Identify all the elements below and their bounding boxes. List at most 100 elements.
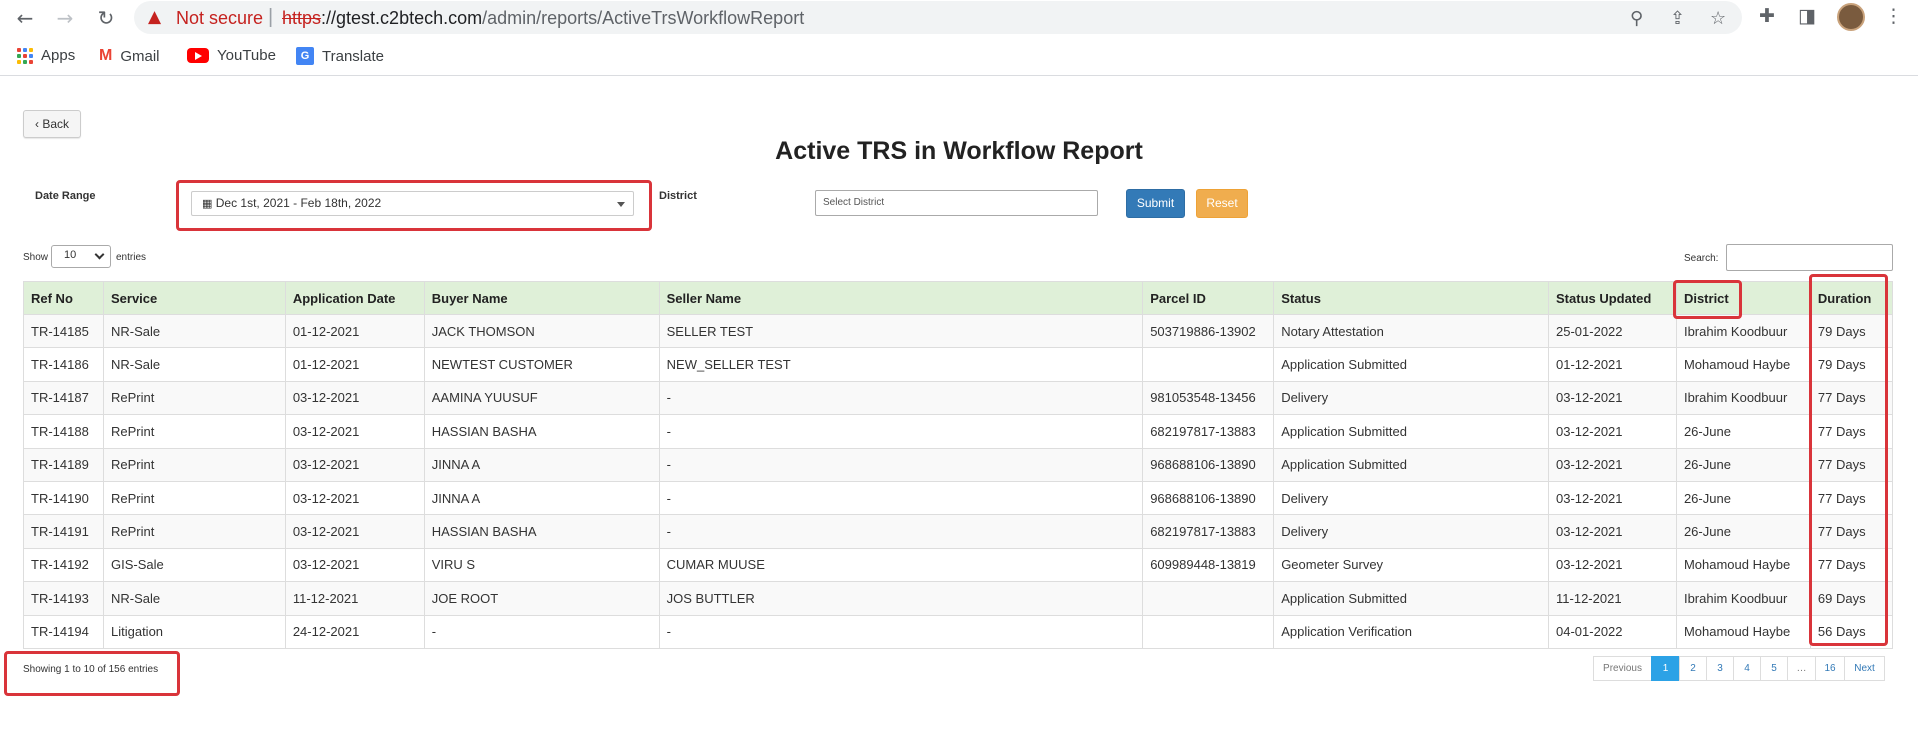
entries-label: entries <box>116 252 147 263</box>
bookmark-star-icon[interactable]: ☆ <box>1710 8 1726 29</box>
table-cell: - <box>658 480 1144 516</box>
column-header-status[interactable]: Status <box>1273 281 1550 315</box>
column-header-parcel-id[interactable]: Parcel ID <box>1142 281 1275 315</box>
column-header-application-date[interactable]: Application Date <box>284 281 425 315</box>
table-cell: Geometer Survey <box>1273 547 1550 583</box>
caret-down-icon <box>617 202 625 207</box>
table-cell: GIS-Sale <box>102 547 286 583</box>
menu-icon[interactable]: ⋮ <box>1884 5 1903 27</box>
page-button[interactable]: 16 <box>1815 656 1845 681</box>
bookmark-gmail[interactable]: M Gmail <box>99 47 160 65</box>
next-page-button[interactable]: Next <box>1844 656 1885 681</box>
table-row: TR-14191 RePrint 03-12-2021 HASSIAN BASHA -6… <box>23 514 1894 549</box>
table-cell: 25-01-2022 <box>1548 313 1677 349</box>
page-button[interactable]: 4 <box>1733 656 1761 681</box>
column-header-district[interactable]: District <box>1675 281 1811 315</box>
bookmark-apps[interactable]: Apps <box>17 47 75 64</box>
address-bar[interactable]: ▲ Not secure | https://gtest.c2btech.com… <box>134 1 1742 34</box>
table-cell: TR-14189 <box>23 447 104 482</box>
table-cell: 03-12-2021 <box>284 514 425 549</box>
column-header-buyer-name[interactable]: Buyer Name <box>423 281 660 315</box>
table-cell: 77 Days <box>1809 547 1894 583</box>
page-button[interactable]: 5 <box>1760 656 1788 681</box>
table-cell: SELLER TEST <box>658 313 1144 349</box>
district-select[interactable]: Select District <box>815 190 1098 216</box>
table-cell: 03-12-2021 <box>1548 447 1677 482</box>
share-icon[interactable]: ⇪ <box>1670 8 1685 29</box>
table-cell <box>1142 347 1275 382</box>
table-row: TR-14190 RePrint 03-12-2021 JINNA A -9686881… <box>23 480 1894 516</box>
avatar[interactable] <box>1837 3 1865 31</box>
table-cell: - <box>658 380 1144 416</box>
table-cell: 77 Days <box>1809 414 1894 449</box>
browser-toolbar: ← → ↻ ▲ Not secure | https://gtest.c2bte… <box>0 0 1918 35</box>
page-button[interactable]: 1 <box>1651 656 1680 681</box>
bookmark-youtube[interactable]: YouTube <box>187 47 276 64</box>
url-separator: | <box>268 6 274 28</box>
back-button[interactable]: ‹ Back <box>23 110 81 138</box>
translate-icon: G <box>296 47 314 65</box>
column-header-status-updated[interactable]: Status Updated <box>1548 281 1677 315</box>
table-cell: 682197817-13883 <box>1142 414 1275 449</box>
search-label: Search: <box>1684 253 1719 264</box>
table-cell: - <box>658 414 1144 449</box>
table-cell: 968688106-13890 <box>1142 447 1275 482</box>
page-button[interactable]: 3 <box>1706 656 1734 681</box>
table-cell: 01-12-2021 <box>284 347 425 382</box>
side-panel-icon[interactable]: ◨ <box>1798 5 1816 27</box>
date-range-picker[interactable]: ▦ Dec 1st, 2021 - Feb 18th, 2022 <box>191 191 634 216</box>
column-header-duration[interactable]: Duration <box>1809 281 1894 315</box>
table-cell: NR-Sale <box>102 347 286 382</box>
bookmark-translate[interactable]: G Translate <box>296 47 384 65</box>
table-cell: RePrint <box>102 447 286 482</box>
table-cell: 609989448-13819 <box>1142 547 1275 583</box>
column-header-ref-no[interactable]: Ref No <box>23 281 104 315</box>
table-info: Showing 1 to 10 of 156 entries <box>23 664 159 675</box>
table-cell: TR-14186 <box>23 347 104 382</box>
url-text[interactable]: https://gtest.c2btech.com/admin/reports/… <box>282 8 804 29</box>
forward-arrow-icon[interactable]: → <box>53 6 77 30</box>
table-cell: Notary Attestation <box>1273 313 1550 349</box>
table-cell: RePrint <box>102 414 286 449</box>
table-cell: 03-12-2021 <box>1548 380 1677 416</box>
table-cell: 11-12-2021 <box>1548 581 1677 616</box>
page-length-select[interactable]: 10 <box>51 245 111 268</box>
column-header-service[interactable]: Service <box>102 281 286 315</box>
table-cell: VIRU S <box>423 547 660 583</box>
date-range-label: Date Range <box>35 190 96 202</box>
submit-button[interactable]: Submit <box>1126 189 1185 218</box>
column-header-seller-name[interactable]: Seller Name <box>658 281 1144 315</box>
date-range-value: Dec 1st, 2021 - Feb 18th, 2022 <box>215 196 382 210</box>
warning-icon: ▲ <box>148 7 162 27</box>
search-input[interactable] <box>1726 244 1893 271</box>
table-cell: 682197817-13883 <box>1142 514 1275 549</box>
back-arrow-icon[interactable]: ← <box>13 6 37 30</box>
table-cell: NEW_SELLER TEST <box>658 347 1144 382</box>
extensions-icon[interactable]: ✚ <box>1759 5 1775 27</box>
table-cell: TR-14191 <box>23 514 104 549</box>
page-button[interactable]: 2 <box>1679 656 1707 681</box>
reset-button[interactable]: Reset <box>1196 189 1248 218</box>
table-cell: JOS BUTTLER <box>658 581 1144 616</box>
zoom-icon[interactable]: ⚲ <box>1630 8 1643 29</box>
table-row: TR-14189 RePrint 03-12-2021 JINNA A -9686881… <box>23 447 1894 482</box>
table-cell: TR-14192 <box>23 547 104 583</box>
table-cell: Mohamoud Haybe <box>1675 347 1811 382</box>
table-cell: 56 Days <box>1809 614 1894 649</box>
table-cell: HASSIAN BASHA <box>423 414 660 449</box>
table-row: TR-14193 NR-Sale 11-12-2021 JOE ROOT JOS BUT… <box>23 581 1894 616</box>
table-cell: NR-Sale <box>102 313 286 349</box>
table-cell: NEWTEST CUSTOMER <box>423 347 660 382</box>
table-cell: 26-June <box>1675 447 1811 482</box>
youtube-icon <box>187 48 209 63</box>
table-cell: Application Submitted <box>1273 347 1550 382</box>
table-cell: Ibrahim Koodbuur <box>1675 380 1811 416</box>
table-cell: - <box>658 514 1144 549</box>
table-row: TR-14194 Litigation 24-12-2021- - Applicatio… <box>23 614 1894 649</box>
reload-icon[interactable]: ↻ <box>94 6 118 30</box>
table-cell: Application Submitted <box>1273 447 1550 482</box>
table-cell: TR-14190 <box>23 480 104 516</box>
table-body: TR-14185 NR-Sale 01-12-2021 JACK THOMSON SEL… <box>23 313 1894 649</box>
previous-page-button[interactable]: Previous <box>1593 656 1652 681</box>
table-cell: 03-12-2021 <box>1548 480 1677 516</box>
